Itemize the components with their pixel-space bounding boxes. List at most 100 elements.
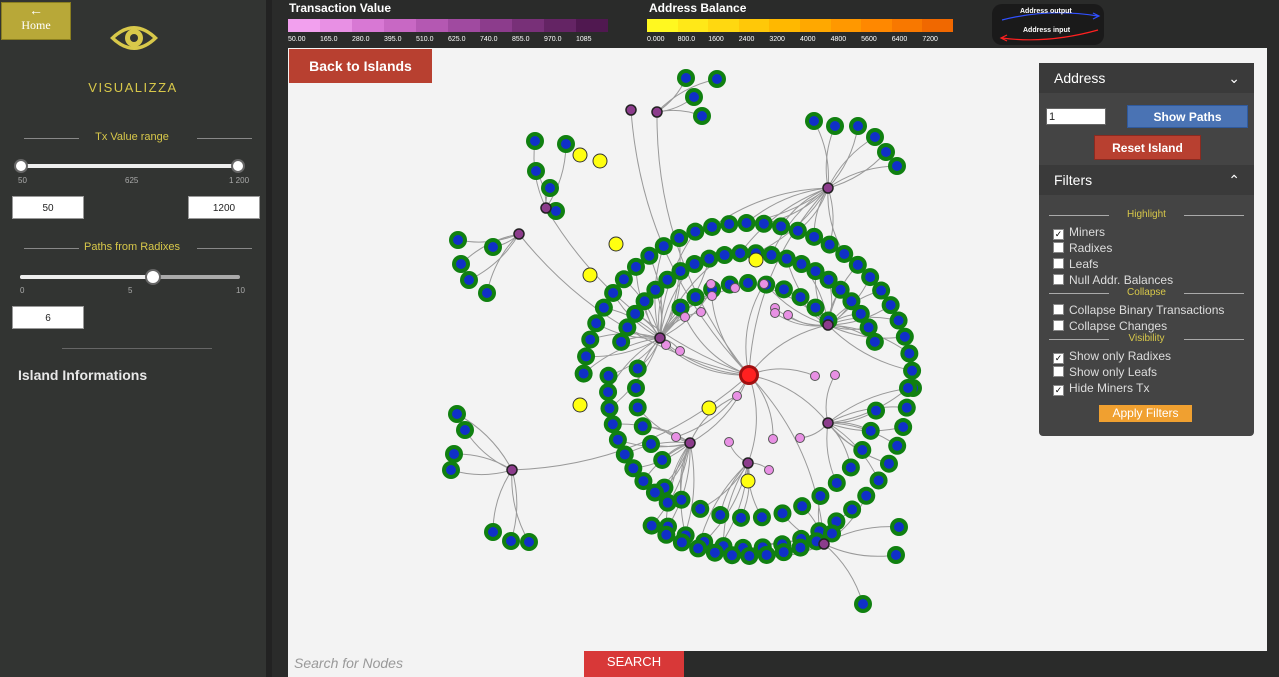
address-node-core[interactable]: [632, 363, 643, 374]
address-node-core[interactable]: [795, 292, 806, 303]
checkbox[interactable]: [1053, 304, 1064, 315]
address-node-core[interactable]: [616, 336, 627, 347]
address-node-core[interactable]: [690, 292, 701, 303]
transaction-hub-node[interactable]: [651, 106, 663, 118]
address-node-core[interactable]: [607, 419, 618, 430]
transaction-hub-node[interactable]: [625, 104, 637, 116]
miner-node[interactable]: [701, 400, 717, 416]
address-node-core[interactable]: [899, 331, 910, 342]
address-node-core[interactable]: [531, 166, 541, 176]
transaction-hub-node[interactable]: [822, 182, 834, 194]
address-node-core[interactable]: [578, 368, 589, 379]
address-node-core[interactable]: [852, 259, 863, 270]
address-node-core[interactable]: [695, 503, 706, 514]
transaction-node[interactable]: [706, 279, 716, 289]
address-node-core[interactable]: [778, 547, 789, 558]
address-node-core[interactable]: [630, 308, 641, 319]
address-node-core[interactable]: [612, 434, 623, 445]
address-node-core[interactable]: [863, 322, 874, 333]
address-node-core[interactable]: [904, 348, 915, 359]
address-node-core[interactable]: [650, 284, 661, 295]
address-node-core[interactable]: [452, 409, 462, 419]
tx-range-max-thumb[interactable]: [231, 159, 245, 173]
address-node-core[interactable]: [632, 402, 643, 413]
apply-filters-button[interactable]: Apply Filters: [1099, 405, 1192, 422]
address-node-core[interactable]: [853, 121, 863, 131]
transaction-node[interactable]: [795, 433, 805, 443]
transaction-node[interactable]: [696, 307, 706, 317]
address-node-core[interactable]: [689, 259, 700, 270]
address-node-core[interactable]: [870, 132, 880, 142]
address-node-core[interactable]: [646, 520, 657, 531]
address-node-core[interactable]: [488, 527, 498, 537]
visibility-option[interactable]: ✓ Show only Radixes: [1053, 349, 1171, 364]
address-node-core[interactable]: [892, 161, 902, 171]
address-node-core[interactable]: [681, 73, 691, 83]
chevron-down-icon[interactable]: ⌄: [1228, 63, 1240, 93]
address-node-core[interactable]: [657, 454, 668, 465]
address-node-core[interactable]: [824, 239, 835, 250]
show-paths-button[interactable]: Show Paths: [1127, 105, 1248, 128]
transaction-node[interactable]: [671, 432, 681, 442]
search-button[interactable]: SEARCH: [584, 651, 684, 677]
address-node-core[interactable]: [857, 444, 868, 455]
search-input[interactable]: Search for Nodes: [288, 651, 584, 677]
address-node-core[interactable]: [598, 302, 609, 313]
address-node-core[interactable]: [591, 318, 602, 329]
address-node-core[interactable]: [735, 248, 746, 259]
address-node-core[interactable]: [707, 221, 718, 232]
address-node-core[interactable]: [893, 315, 904, 326]
address-node-core[interactable]: [847, 504, 858, 515]
paths-input[interactable]: 6: [12, 306, 84, 329]
back-to-islands-button[interactable]: Back to Islands: [289, 49, 432, 83]
address-node-core[interactable]: [778, 284, 789, 295]
address-panel-header[interactable]: Address ⌄: [1039, 63, 1254, 93]
address-node-core[interactable]: [715, 510, 726, 521]
address-node-core[interactable]: [674, 233, 685, 244]
address-node-core[interactable]: [724, 219, 735, 230]
address-node-core[interactable]: [482, 288, 492, 298]
transaction-hub-node[interactable]: [513, 228, 525, 240]
checkbox[interactable]: [1053, 320, 1064, 331]
address-node-core[interactable]: [901, 402, 912, 413]
island-info-title[interactable]: Island Informations: [18, 367, 147, 383]
address-node-core[interactable]: [704, 253, 715, 264]
address-node-core[interactable]: [646, 439, 657, 449]
address-node-core[interactable]: [719, 250, 730, 261]
home-button[interactable]: ← Home: [1, 2, 71, 40]
checkbox[interactable]: [1053, 274, 1064, 285]
transaction-hub-node[interactable]: [654, 332, 666, 344]
address-node-core[interactable]: [823, 274, 834, 285]
address-node-core[interactable]: [662, 274, 673, 285]
address-node-core[interactable]: [603, 387, 614, 398]
address-node-core[interactable]: [675, 266, 686, 277]
collapse-option[interactable]: Collapse Binary Transactions: [1053, 303, 1224, 317]
address-node-core[interactable]: [727, 550, 738, 561]
miner-node[interactable]: [572, 147, 588, 163]
address-node-core[interactable]: [649, 487, 660, 498]
address-node-core[interactable]: [776, 221, 787, 232]
address-node-core[interactable]: [830, 121, 840, 131]
address-node-core[interactable]: [689, 92, 699, 102]
address-node-core[interactable]: [831, 477, 842, 488]
address-node-core[interactable]: [865, 425, 876, 436]
transaction-node[interactable]: [730, 283, 740, 293]
address-node-core[interactable]: [608, 287, 619, 298]
miner-node[interactable]: [572, 397, 588, 413]
address-node-core[interactable]: [661, 529, 672, 540]
transaction-hub-node[interactable]: [818, 538, 830, 550]
address-node-core[interactable]: [894, 522, 904, 532]
address-node-core[interactable]: [604, 403, 615, 414]
transaction-node[interactable]: [707, 291, 717, 301]
address-node-core[interactable]: [858, 599, 868, 609]
address-node-core[interactable]: [630, 261, 641, 272]
address-node-core[interactable]: [881, 147, 891, 157]
address-node-core[interactable]: [639, 296, 650, 307]
transaction-node[interactable]: [680, 312, 690, 322]
address-node-core[interactable]: [658, 241, 669, 252]
address-node-core[interactable]: [622, 322, 633, 333]
address-node-core[interactable]: [815, 490, 826, 501]
address-node-core[interactable]: [861, 490, 872, 501]
transaction-hub-node[interactable]: [822, 319, 834, 331]
transaction-node[interactable]: [768, 434, 778, 444]
